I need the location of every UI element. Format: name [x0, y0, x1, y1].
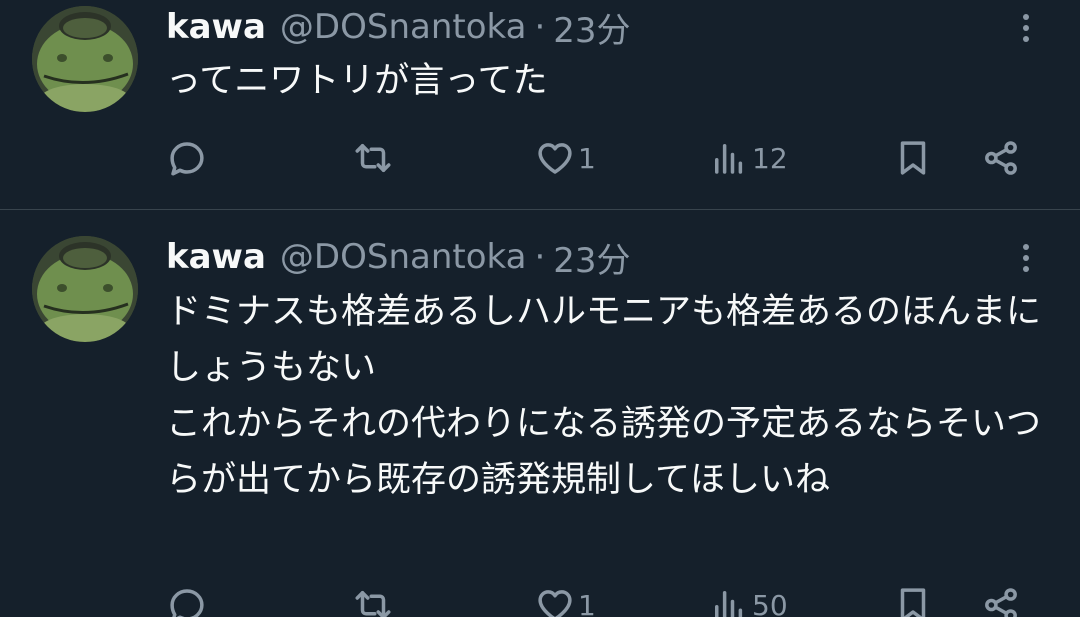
- retweet-button[interactable]: [352, 583, 394, 617]
- tweet-header: kawa @DOSnantoka · 23分: [166, 236, 631, 281]
- retweet-button[interactable]: [352, 136, 394, 180]
- like-count: 1: [578, 141, 596, 175]
- share-button[interactable]: [980, 136, 1022, 180]
- separator-dot: ·: [534, 7, 546, 47]
- timeline: kawa @DOSnantoka · 23分 ってニワトリが言ってた 1 12 …: [0, 0, 1080, 617]
- user-handle[interactable]: @DOSnantoka: [280, 237, 527, 277]
- dot: [1023, 14, 1029, 20]
- tweet-text: ドミナスも格差あるしハルモニアも格差あるのほんまにしょうもない これからそれの代…: [166, 292, 1042, 500]
- avatar[interactable]: [32, 236, 138, 342]
- reply-button[interactable]: [166, 136, 208, 180]
- tweet-header: kawa @DOSnantoka · 23分: [166, 6, 631, 51]
- heart-icon: [538, 590, 572, 617]
- action-bar: 1 12: [0, 136, 1080, 180]
- bookmark-button[interactable]: [892, 583, 934, 617]
- retweet-arrows-icon: [355, 144, 391, 172]
- views-button[interactable]: 12: [708, 136, 788, 180]
- dot: [1023, 255, 1029, 261]
- user-handle[interactable]: @DOSnantoka: [280, 7, 527, 47]
- tweet-text: ってニワトリが言ってた: [166, 61, 548, 101]
- view-count: 50: [752, 588, 788, 617]
- more-options-icon[interactable]: [1010, 8, 1042, 48]
- avatar[interactable]: [32, 6, 138, 112]
- like-button[interactable]: 1: [534, 583, 596, 617]
- share-button[interactable]: [980, 583, 1022, 617]
- retweet-arrows-icon: [355, 591, 391, 617]
- display-name[interactable]: kawa: [166, 7, 266, 47]
- view-count: 12: [752, 141, 788, 175]
- display-name[interactable]: kawa: [166, 237, 266, 277]
- like-count: 1: [578, 588, 596, 617]
- heart-icon: [538, 143, 572, 174]
- tweet[interactable]: kawa @DOSnantoka · 23分 ドミナスも格差あるしハルモニアも格…: [0, 210, 1080, 617]
- frog-avatar-image: [32, 6, 138, 112]
- action-bar: 1 50: [0, 583, 1080, 617]
- dot: [1023, 266, 1029, 272]
- share-nodes-icon: [985, 141, 1017, 175]
- bar-chart-icon: [715, 144, 743, 174]
- timestamp[interactable]: 23分: [553, 233, 630, 282]
- dot: [1023, 244, 1029, 250]
- speech-bubble-icon: [170, 589, 204, 617]
- separator-dot: ·: [534, 237, 546, 277]
- frog-avatar-image: [32, 236, 138, 342]
- share-nodes-icon: [985, 588, 1017, 617]
- timestamp[interactable]: 23分: [553, 3, 630, 52]
- bookmark-icon: [900, 588, 926, 617]
- speech-bubble-icon: [170, 142, 204, 176]
- views-button[interactable]: 50: [708, 583, 788, 617]
- tweet[interactable]: kawa @DOSnantoka · 23分 ってニワトリが言ってた 1 12: [0, 0, 1080, 209]
- more-options-icon[interactable]: [1010, 238, 1042, 278]
- dot: [1023, 25, 1029, 31]
- reply-button[interactable]: [166, 583, 208, 617]
- dot: [1023, 36, 1029, 42]
- bar-chart-icon: [715, 591, 743, 617]
- bookmark-button[interactable]: [892, 136, 934, 180]
- like-button[interactable]: 1: [534, 136, 596, 180]
- bookmark-icon: [900, 141, 926, 175]
